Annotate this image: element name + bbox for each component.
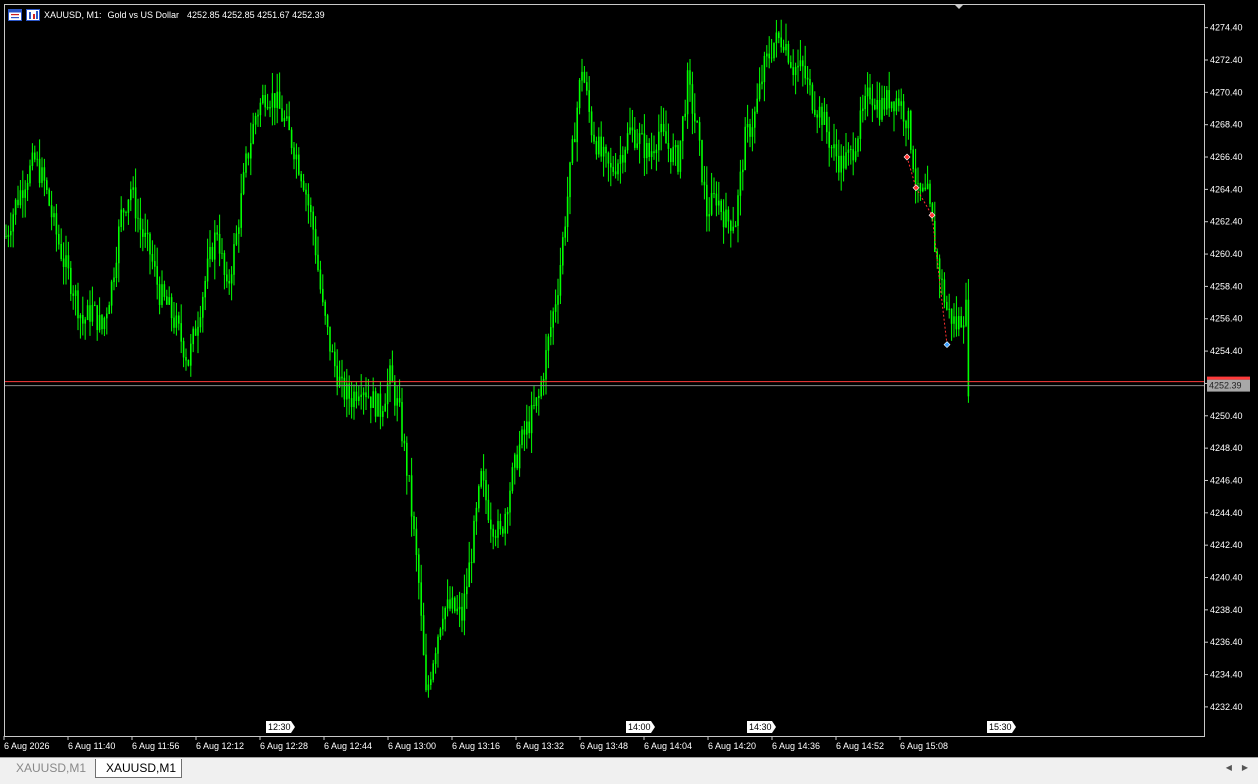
- chart-tab-bar: XAUUSD,M1 XAUUSD,M1 ◀ ▶: [0, 757, 1258, 784]
- price-tick-label: 4270.40: [1210, 87, 1243, 97]
- price-tick-label: 4248.40: [1210, 443, 1243, 453]
- symbol-description: Gold vs US Dollar: [107, 10, 180, 20]
- time-tick-label: 6 Aug 13:00: [388, 741, 436, 751]
- chart-window[interactable]: 4274.40 4272.40 4270.40 4268.40 4266.40 4264.…: [0, 0, 1258, 757]
- time-tick-label: 6 Aug 14:20: [708, 741, 756, 751]
- price-tick-label: 4242.40: [1210, 540, 1243, 550]
- chart-shift-marker[interactable]: [954, 4, 964, 9]
- chart-tab-2-active[interactable]: XAUUSD,M1: [95, 759, 182, 778]
- time-tick-label: 6 Aug 14:52: [836, 741, 884, 751]
- price-tick-label: 4232.40: [1210, 702, 1243, 712]
- time-tick-label: 6 Aug 12:12: [196, 741, 244, 751]
- price-tick-label: 4244.40: [1210, 508, 1243, 518]
- chart-tab-1[interactable]: XAUUSD,M1: [6, 759, 96, 778]
- time-tick-label: 6 Aug 12:28: [260, 741, 308, 751]
- ask-label-strip: [1207, 376, 1250, 380]
- ohlc-values: 4252.85 4252.85 4251.67 4252.39: [187, 10, 325, 20]
- price-tick-label: 4250.40: [1210, 411, 1243, 421]
- price-tick-label: 4266.40: [1210, 152, 1243, 162]
- price-tick-label: 4238.40: [1210, 605, 1243, 615]
- price-tick-label: 4254.40: [1210, 346, 1243, 356]
- time-tick-label: 6 Aug 13:32: [516, 741, 564, 751]
- price-tick-label: 4274.40: [1210, 23, 1243, 33]
- price-tick-label: 4240.40: [1210, 573, 1243, 583]
- tab-navigation: ◀ ▶: [1226, 763, 1248, 772]
- price-tick-label: 4256.40: [1210, 314, 1243, 324]
- price-tick-label: 4264.40: [1210, 184, 1243, 194]
- time-tick-label: 6 Aug 13:16: [452, 741, 500, 751]
- time-tick-label: 6 Aug 15:08: [900, 741, 948, 751]
- bid-price-label: 4252.39: [1207, 376, 1250, 392]
- time-axis: 6 Aug 2026 6 Aug 11:40 6 Aug 11:56 6 Aug 12…: [3, 736, 948, 751]
- time-tick-label: 6 Aug 14:04: [644, 741, 692, 751]
- chart-title-bar: XAUUSD, M1: Gold vs US Dollar 4252.85 42…: [8, 8, 325, 22]
- price-tick-label: 4262.40: [1210, 217, 1243, 227]
- price-axis: 4274.40 4272.40 4270.40 4268.40 4266.40 4264.…: [1204, 23, 1243, 712]
- price-tick-label: 4234.40: [1210, 670, 1243, 680]
- tab-scroll-right-icon[interactable]: ▶: [1242, 763, 1248, 772]
- price-tick-label: 4246.40: [1210, 475, 1243, 485]
- time-tick-label: 6 Aug 11:56: [132, 741, 179, 751]
- symbol-timeframe: XAUUSD, M1:: [44, 10, 102, 20]
- time-tick-label: 6 Aug 11:40: [68, 741, 115, 751]
- plot-area-frame: [4, 4, 1205, 737]
- time-tick-label: 6 Aug 14:36: [772, 741, 820, 751]
- price-tick-label: 4236.40: [1210, 637, 1243, 647]
- price-tick-label: 4260.40: [1210, 249, 1243, 259]
- price-tick-label: 4258.40: [1210, 281, 1243, 291]
- bid-label-text: 4252.39: [1209, 381, 1242, 391]
- time-tick-label: 6 Aug 12:44: [324, 741, 372, 751]
- time-tick-label: 6 Aug 2026: [4, 741, 50, 751]
- window-menu-icon[interactable]: [8, 9, 22, 21]
- price-tick-label: 4272.40: [1210, 55, 1243, 65]
- tab-scroll-left-icon[interactable]: ◀: [1226, 763, 1232, 772]
- chart-type-icon[interactable]: [26, 9, 40, 21]
- time-tick-label: 6 Aug 13:48: [580, 741, 628, 751]
- price-tick-label: 4268.40: [1210, 120, 1243, 130]
